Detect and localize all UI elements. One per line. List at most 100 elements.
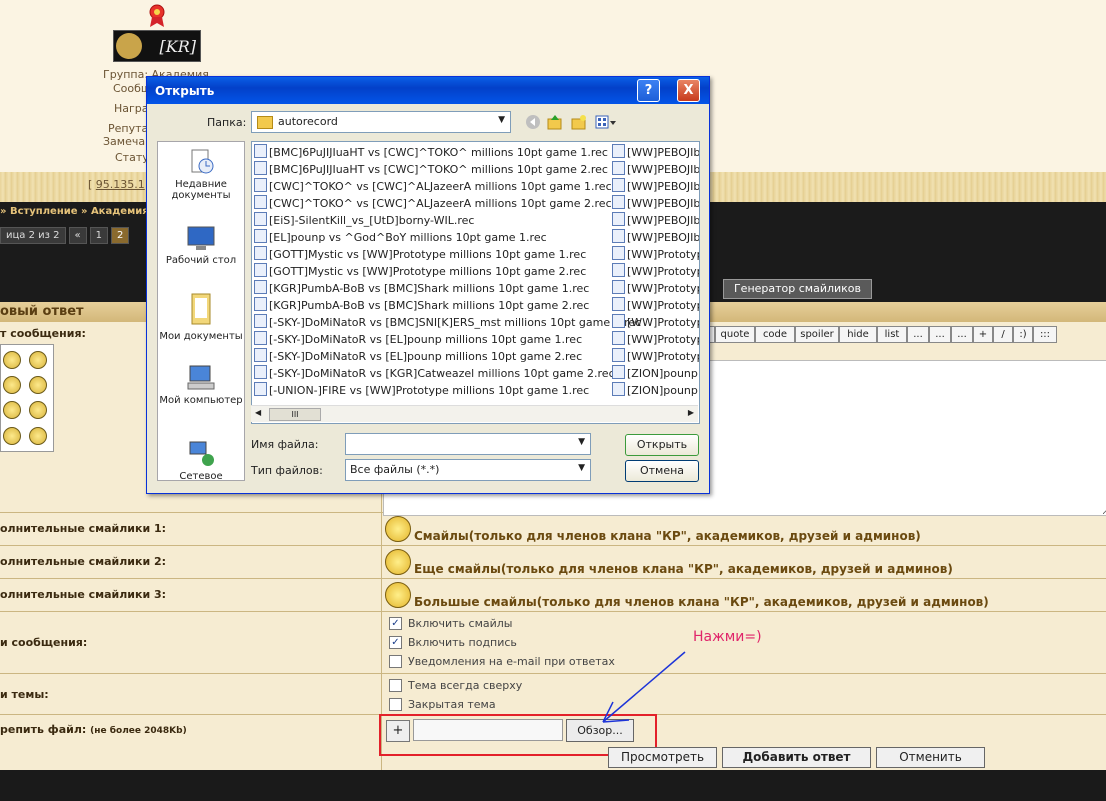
horizontal-scrollbar[interactable]: ◀ III ▶ bbox=[251, 405, 698, 422]
list-item[interactable]: [WW]Prototyp bbox=[612, 348, 699, 365]
tag-plus-button[interactable]: + bbox=[973, 326, 993, 343]
tag-quote-button[interactable]: quote bbox=[715, 326, 755, 343]
scroll-thumb[interactable]: III bbox=[269, 408, 321, 421]
list-item[interactable]: [WW]PEBOJIbI bbox=[612, 195, 699, 212]
tag-more-button[interactable]: ... bbox=[907, 326, 929, 343]
ip-address: [ 95.135.1 bbox=[88, 178, 145, 191]
extra-smileys-2-link[interactable]: Еще смайлы(только для членов клана "КР",… bbox=[414, 562, 953, 576]
view-menu-icon[interactable] bbox=[595, 114, 617, 130]
pin-topic-checkbox[interactable] bbox=[389, 679, 402, 692]
smiley-sunglasses-icon[interactable] bbox=[29, 351, 47, 369]
list-item[interactable]: [-SKY-]DoMiNatoR vs [KGR]Catweazel milli… bbox=[254, 365, 615, 382]
smiley-icon[interactable] bbox=[3, 401, 21, 419]
file-path-input[interactable] bbox=[413, 719, 563, 741]
chevron-down-icon[interactable]: ▼ bbox=[578, 463, 585, 473]
pager-prev[interactable]: « bbox=[68, 227, 87, 244]
desktop-icon bbox=[187, 226, 215, 250]
preview-button[interactable]: Просмотреть bbox=[608, 747, 717, 768]
list-item[interactable]: [-SKY-]DoMiNatoR vs [EL]pounp millions 1… bbox=[254, 348, 582, 365]
list-item[interactable]: [WW]Prototyp bbox=[612, 280, 699, 297]
list-item[interactable]: [WW]Prototyp bbox=[612, 314, 699, 331]
place-network[interactable]: Сетевое bbox=[158, 440, 244, 482]
chevron-down-icon[interactable]: ▼ bbox=[578, 437, 585, 447]
ip-link[interactable]: 95.135.1 bbox=[96, 178, 145, 191]
list-item[interactable]: [BMC]6PuJIJIuaHT vs [CWC]^TOKO^ millions… bbox=[254, 144, 608, 161]
smiley-icon[interactable] bbox=[29, 427, 47, 445]
list-item[interactable]: [WW]PEBOJIbI bbox=[612, 229, 699, 246]
smiley-generator-button[interactable]: Генератор смайликов bbox=[723, 279, 872, 299]
tag-misc-button[interactable]: ::: bbox=[1033, 326, 1057, 343]
list-item[interactable]: [GOTT]Mystic vs [WW]Prototype millions 1… bbox=[254, 263, 586, 280]
list-item[interactable]: [ZION]pounp v bbox=[612, 365, 699, 382]
list-item[interactable]: [EL]pounp vs ^God^BoY millions 10pt game… bbox=[254, 229, 547, 246]
close-button[interactable]: X bbox=[677, 79, 700, 102]
place-desktop[interactable]: Рабочий стол bbox=[158, 224, 244, 266]
list-item[interactable]: [BMC]6PuJIJIuaHT vs [CWC]^TOKO^ millions… bbox=[254, 161, 608, 178]
folder-select[interactable]: autorecord ▼ bbox=[251, 111, 511, 133]
list-item[interactable]: [KGR]PumbA-BoB vs [BMC]Shark millions 10… bbox=[254, 297, 589, 314]
list-item[interactable]: [CWC]^TOKO^ vs [CWC]^ALJazeerA millions … bbox=[254, 195, 612, 212]
attach-file-label: репить файл: (не более 2048Kb) bbox=[0, 723, 187, 736]
smiley-icon[interactable] bbox=[3, 376, 21, 394]
list-item[interactable]: [CWC]^TOKO^ vs [CWC]^ALJazeerA millions … bbox=[254, 178, 612, 195]
tag-smile-button[interactable]: :) bbox=[1013, 326, 1033, 343]
dialog-cancel-button[interactable]: Отмена bbox=[625, 460, 699, 482]
extra-smileys-1-link[interactable]: Смайлы(только для членов клана "КР", ака… bbox=[414, 529, 921, 543]
list-item[interactable]: [WW]PEBOJIbI bbox=[612, 144, 699, 161]
list-item[interactable]: [KGR]PumbA-BoB vs [BMC]Shark millions 10… bbox=[254, 280, 589, 297]
cancel-reply-button[interactable]: Отменить bbox=[876, 747, 985, 768]
help-button[interactable]: ? bbox=[637, 79, 660, 102]
list-item[interactable]: [WW]PEBOJIbI bbox=[612, 212, 699, 229]
list-item[interactable]: [WW]Prototyp bbox=[612, 297, 699, 314]
tag-slash-button[interactable]: / bbox=[993, 326, 1013, 343]
new-folder-icon[interactable] bbox=[571, 114, 587, 130]
extra-smileys-3-link[interactable]: Большые смайлы(только для членов клана "… bbox=[414, 595, 989, 609]
list-item[interactable]: [WW]PEBOJIbI bbox=[612, 178, 699, 195]
filename-input[interactable]: ▼ bbox=[345, 433, 591, 455]
dialog-titlebar[interactable]: Открыть ? X bbox=[147, 77, 709, 104]
list-item[interactable]: [WW]PEBOJIbI bbox=[612, 161, 699, 178]
list-item[interactable]: [-SKY-]DoMiNatoR vs [EL]pounp millions 1… bbox=[254, 331, 582, 348]
add-file-button[interactable]: + bbox=[386, 720, 410, 742]
smiley-icon[interactable] bbox=[3, 427, 21, 445]
place-my-computer[interactable]: Мой компьютер bbox=[158, 364, 244, 406]
tag-spoiler-button[interactable]: spoiler bbox=[795, 326, 839, 343]
filetype-select[interactable]: Все файлы (*.*) ▼ bbox=[345, 459, 591, 481]
enable-signature-checkbox[interactable]: ✓ bbox=[389, 636, 402, 649]
pager-page-1[interactable]: 1 bbox=[89, 227, 109, 244]
list-item[interactable]: [WW]Prototyp bbox=[612, 246, 699, 263]
up-folder-icon[interactable] bbox=[547, 114, 563, 130]
place-recent[interactable]: Недавние документы bbox=[158, 148, 244, 201]
open-button[interactable]: Открыть bbox=[625, 434, 699, 456]
list-item[interactable]: [-UNION-]FIRE vs [WW]Prototype millions … bbox=[254, 382, 589, 399]
scroll-right-icon[interactable]: ▶ bbox=[688, 408, 694, 417]
smiley-icon[interactable] bbox=[29, 376, 47, 394]
footer-bar bbox=[0, 770, 1106, 801]
smiley-icon[interactable] bbox=[29, 401, 47, 419]
scroll-left-icon[interactable]: ◀ bbox=[255, 408, 261, 417]
list-item[interactable]: [EiS]-SilentKill_vs_[UtD]borny-WIL.rec bbox=[254, 212, 474, 229]
file-list[interactable]: [BMC]6PuJIJIuaHT vs [CWC]^TOKO^ millions… bbox=[251, 141, 700, 424]
list-item[interactable]: [-SKY-]DoMiNatoR vs [BMC]SNI[K]ERS_mst m… bbox=[254, 314, 641, 331]
list-item[interactable]: [GOTT]Mystic vs [WW]Prototype millions 1… bbox=[254, 246, 586, 263]
email-notify-checkbox[interactable] bbox=[389, 655, 402, 668]
close-topic-checkbox[interactable] bbox=[389, 698, 402, 711]
row-divider bbox=[0, 578, 1106, 579]
back-icon[interactable] bbox=[525, 114, 541, 130]
rec-file-icon bbox=[254, 382, 267, 396]
tag-code-button[interactable]: code bbox=[755, 326, 795, 343]
list-item[interactable]: [WW]Prototyp bbox=[612, 331, 699, 348]
breadcrumb[interactable]: » Вступление » Академия » bbox=[0, 206, 159, 217]
tag-more-button[interactable]: ... bbox=[929, 326, 951, 343]
list-item[interactable]: [WW]Prototyp bbox=[612, 263, 699, 280]
folder-label: Папка: bbox=[207, 116, 247, 129]
place-my-documents[interactable]: Мои документы bbox=[158, 292, 244, 342]
tag-more-button[interactable]: ... bbox=[951, 326, 973, 343]
submit-reply-button[interactable]: Добавить ответ bbox=[722, 747, 871, 768]
enable-smileys-checkbox[interactable]: ✓ bbox=[389, 617, 402, 630]
tag-hide-button[interactable]: hide bbox=[839, 326, 877, 343]
list-item[interactable]: [ZION]pounp v bbox=[612, 382, 699, 399]
tag-list-button[interactable]: list bbox=[877, 326, 907, 343]
smiley-icon[interactable] bbox=[3, 351, 21, 369]
pager-page-2[interactable]: 2 bbox=[111, 227, 130, 244]
